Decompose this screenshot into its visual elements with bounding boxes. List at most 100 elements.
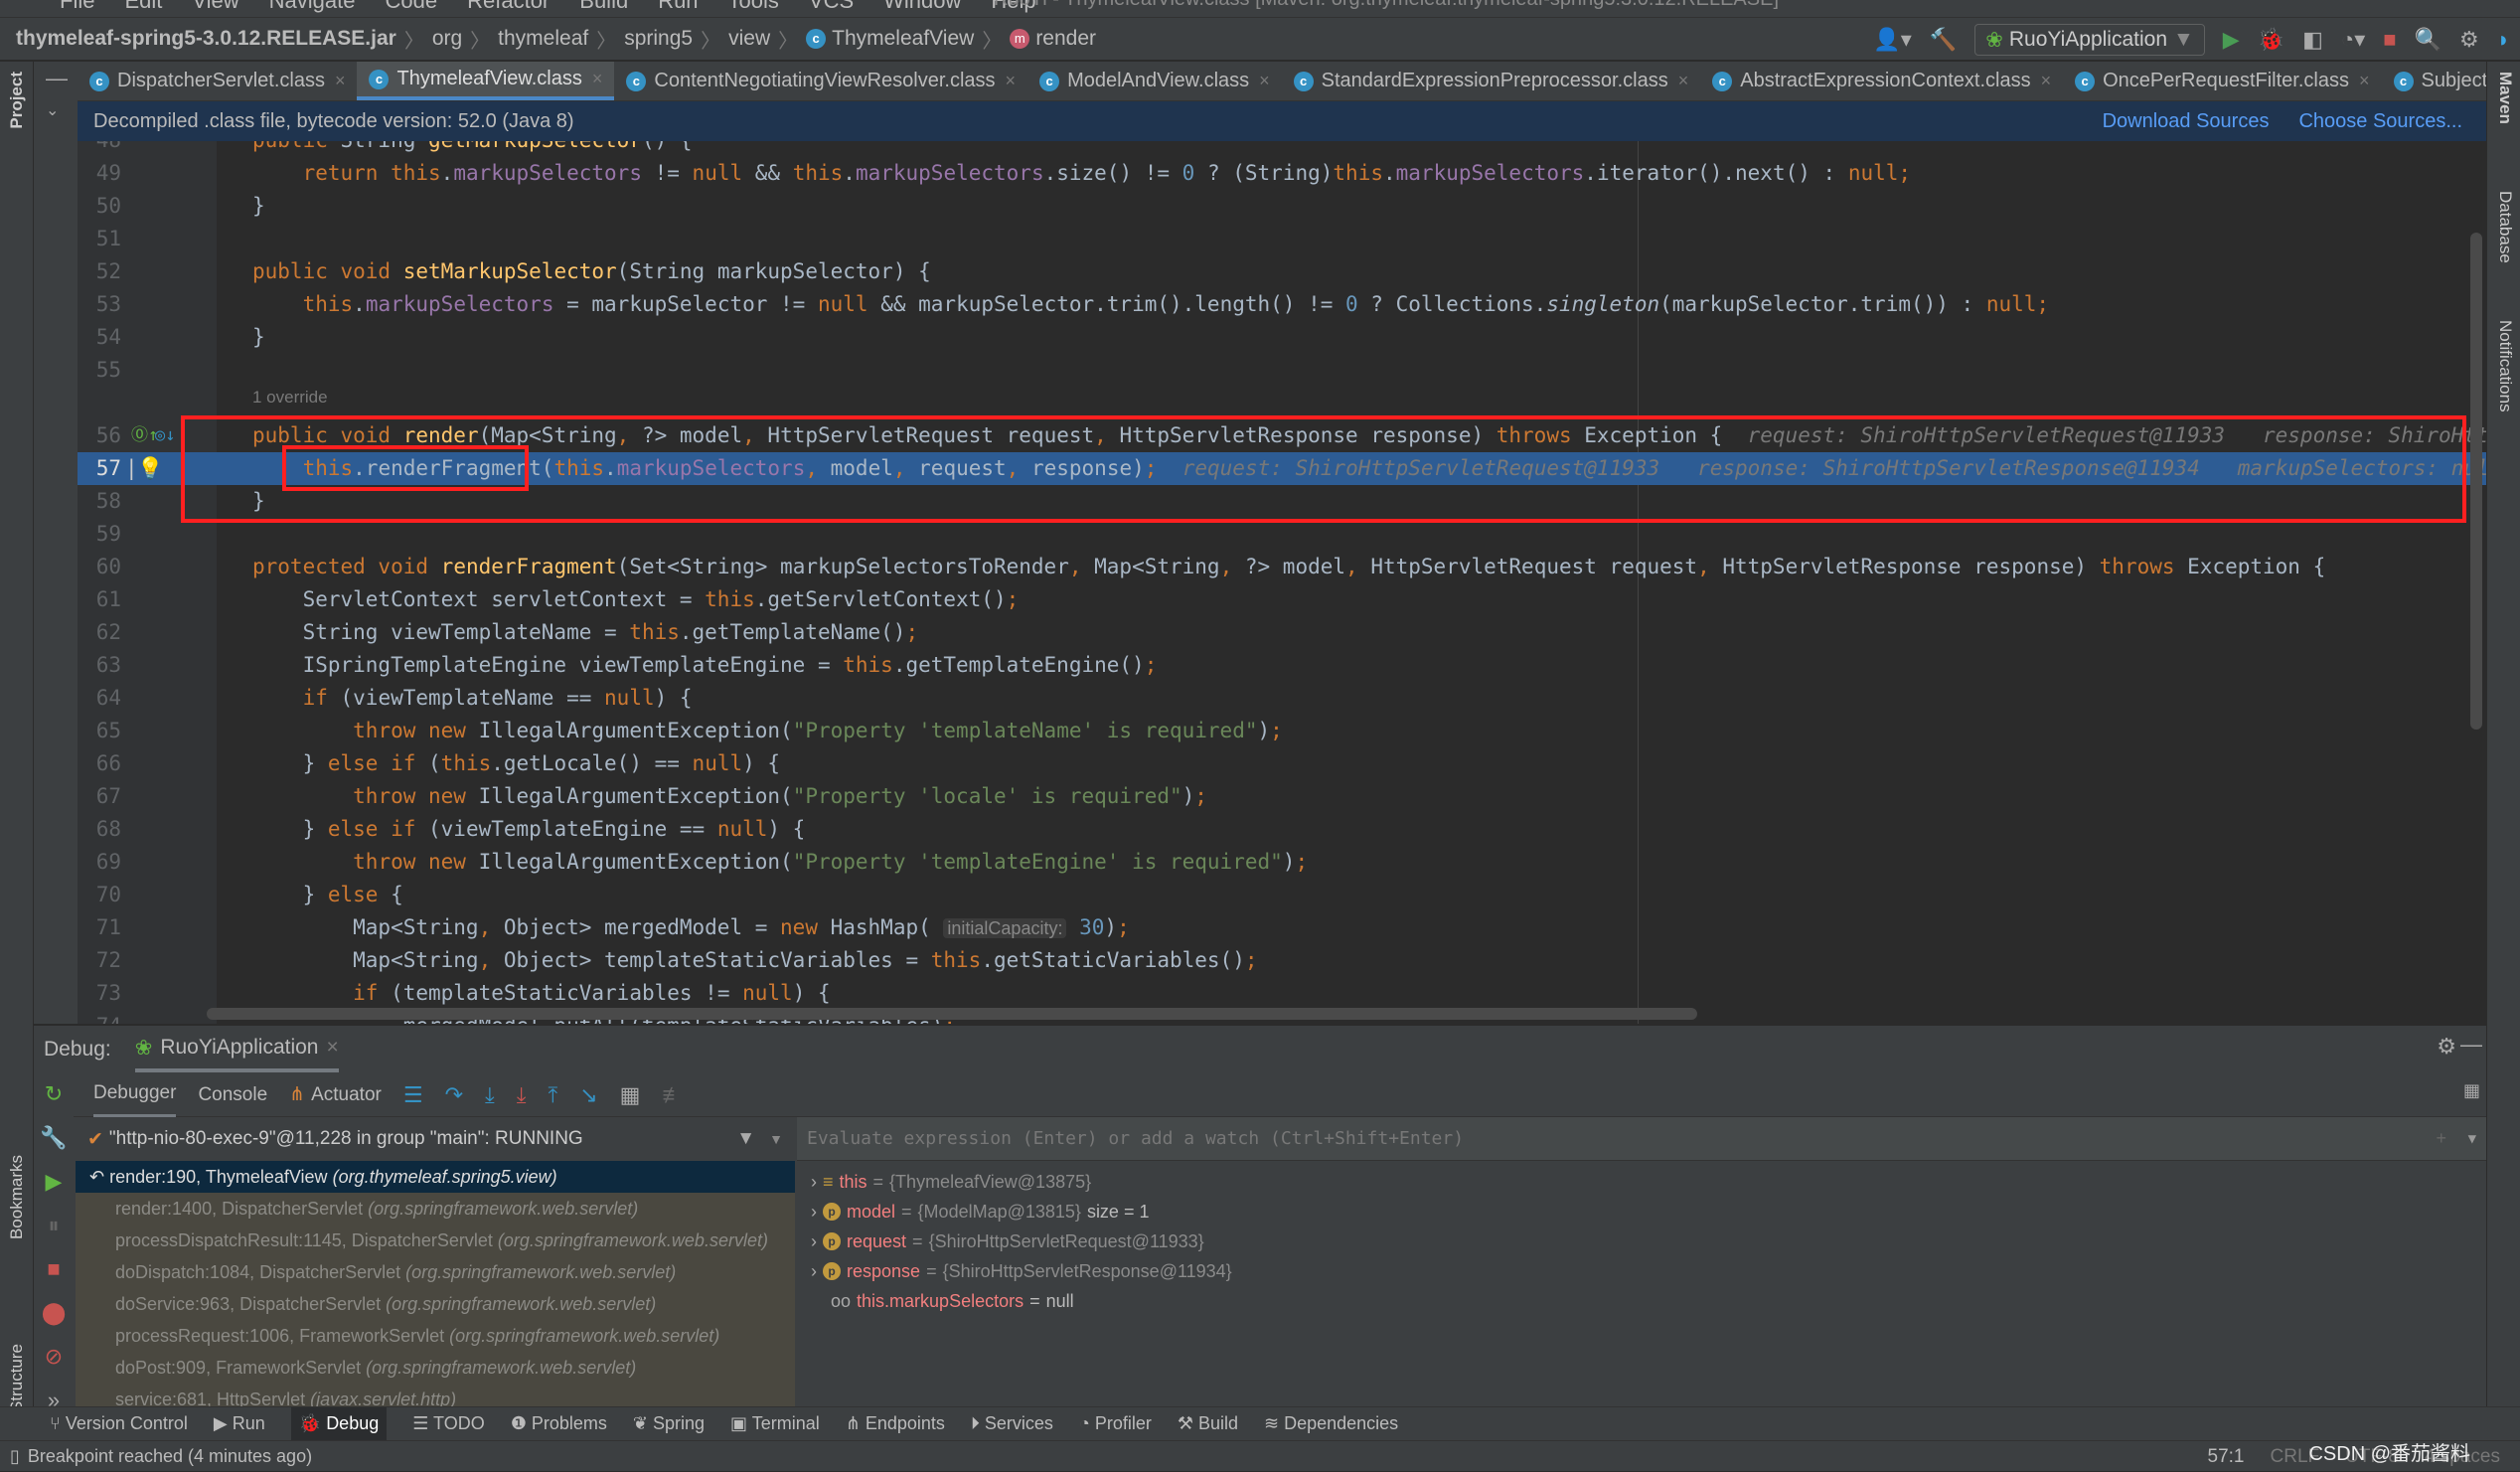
services-tool[interactable]: ⏵ Services xyxy=(971,1413,1053,1434)
close-icon[interactable]: × xyxy=(335,71,346,91)
variable-row[interactable]: › p response = {ShiroHttpServletResponse@119… xyxy=(797,1256,1232,1286)
stack-frame[interactable]: ↶ render:190, ThymeleafView (org.thymele… xyxy=(76,1161,795,1193)
stack-frame[interactable]: processRequest:1006, FrameworkServlet (o… xyxy=(76,1320,795,1352)
vertical-scrollbar[interactable] xyxy=(2470,233,2482,730)
stack-frame[interactable]: render:1400, DispatcherServlet (org.spri… xyxy=(76,1193,795,1225)
menu-tools[interactable]: Tools xyxy=(728,0,779,14)
menu-window[interactable]: Window xyxy=(883,0,961,14)
lightbulb-icon[interactable]: 💡 xyxy=(137,452,163,485)
menu-view[interactable]: View xyxy=(192,0,238,14)
close-icon[interactable]: × xyxy=(1259,71,1270,91)
endpoints-tool[interactable]: ⋔ Endpoints xyxy=(846,1413,945,1434)
menu-build[interactable]: Build xyxy=(579,0,628,14)
close-icon[interactable]: × xyxy=(1678,71,1689,91)
variable-row[interactable]: › p model = {ModelMap@13815} size = 1 xyxy=(797,1197,1149,1227)
stop-icon[interactable]: ■ xyxy=(47,1258,60,1280)
search-icon[interactable]: 🔍 xyxy=(2415,29,2441,51)
status-toggle-icon[interactable]: ▯ xyxy=(10,1446,20,1467)
close-icon[interactable]: × xyxy=(592,69,603,89)
caret-position[interactable]: 57:1 xyxy=(2208,1446,2245,1468)
step-out-icon[interactable]: ⤒ xyxy=(549,1083,558,1106)
close-icon[interactable]: × xyxy=(1006,71,1017,91)
menu-edit[interactable]: Edit xyxy=(124,0,162,14)
hammer-icon[interactable]: 🔨 xyxy=(1930,29,1957,51)
trace-icon[interactable]: ≢ xyxy=(662,1083,684,1106)
tab-debugger[interactable]: Debugger xyxy=(93,1072,177,1118)
download-sources-link[interactable]: Download Sources xyxy=(2103,110,2270,133)
project-tool-button[interactable]: Project xyxy=(7,72,27,129)
coverage-icon[interactable]: ◧ xyxy=(2302,29,2323,51)
variable-row[interactable]: › ≡ this = {ThymeleafView@13875} xyxy=(797,1167,1091,1197)
stack-frame[interactable]: doService:963, DispatcherServlet (org.sp… xyxy=(76,1288,795,1320)
override-hint[interactable]: 1 override xyxy=(78,387,2486,409)
tab-thymeleafview[interactable]: c ThymeleafView.class × xyxy=(357,62,615,100)
breadcrumb-jar[interactable]: thymeleaf-spring5-3.0.12.RELEASE.jar xyxy=(16,27,396,51)
stack-frame[interactable]: service:681, HttpServlet (javax.servlet.… xyxy=(76,1384,795,1408)
menu-code[interactable]: Code xyxy=(386,0,438,14)
menu-vcs[interactable]: VCS xyxy=(809,0,854,14)
bookmarks-tool-button[interactable]: Bookmarks xyxy=(7,1155,27,1239)
filter-icon[interactable]: ▼ xyxy=(736,1128,755,1150)
run-icon[interactable]: ▶ xyxy=(2223,29,2240,51)
breadcrumb-method[interactable]: render xyxy=(1035,27,1096,51)
show-execution-point-icon[interactable]: ☰ xyxy=(403,1083,423,1106)
close-icon[interactable]: × xyxy=(2041,71,2052,91)
gear-icon[interactable]: ⚙ xyxy=(2437,1036,2456,1058)
run-to-cursor-icon[interactable]: ↘ xyxy=(579,1083,597,1106)
menu-run[interactable]: Run xyxy=(658,0,698,14)
stack-frame[interactable]: doPost:909, FrameworkServlet (org.spring… xyxy=(76,1352,795,1384)
version-control-tool[interactable]: ⑂ Version Control xyxy=(50,1413,188,1434)
minimize-icon[interactable]: — xyxy=(2460,1034,2482,1056)
breadcrumb-thymeleaf[interactable]: thymeleaf xyxy=(498,27,588,51)
todo-tool[interactable]: ☰ TODO xyxy=(412,1413,484,1434)
expand-icon[interactable]: › xyxy=(811,1256,817,1286)
chevron-down-icon[interactable]: ▼ xyxy=(2468,1131,2476,1147)
expand-icon[interactable]: › xyxy=(811,1197,817,1227)
tab-dispatcherservlet[interactable]: c DispatcherServlet.class × xyxy=(78,62,357,100)
chevron-down-icon[interactable]: ⌄ xyxy=(46,103,59,119)
maven-tool-button[interactable]: Maven xyxy=(2495,72,2515,124)
wrench-icon[interactable]: 🔧 xyxy=(40,1127,67,1149)
breadcrumb-view[interactable]: view xyxy=(728,27,770,51)
watch-row[interactable]: oo this.markupSelectors = null xyxy=(797,1286,1074,1316)
run-configuration-select[interactable]: ❀ RuoYiApplication ▼ xyxy=(1974,24,2205,56)
run-tool[interactable]: ▶ Run xyxy=(214,1413,265,1434)
resume-icon[interactable]: ▶ xyxy=(46,1171,63,1193)
terminal-tool[interactable]: ▣ Terminal xyxy=(730,1413,820,1434)
view-breakpoints-icon[interactable]: ⬤ xyxy=(42,1302,67,1324)
dependencies-tool[interactable]: ≋ Dependencies xyxy=(1264,1413,1398,1434)
build-tool[interactable]: ⚒ Build xyxy=(1178,1413,1238,1434)
add-watch-icon[interactable]: + xyxy=(2436,1128,2446,1149)
step-over-icon[interactable]: ↷ xyxy=(445,1083,463,1106)
menu-navigate[interactable]: Navigate xyxy=(269,0,356,14)
profile-icon[interactable]: ◔▾ xyxy=(2341,29,2365,51)
horizontal-scrollbar[interactable] xyxy=(207,1008,1697,1020)
mute-breakpoints-icon[interactable]: ⊘ xyxy=(45,1346,63,1368)
structure-tool-button[interactable]: Structure xyxy=(7,1344,27,1412)
pause-icon[interactable]: ⏸ xyxy=(48,1215,59,1236)
minimize-icon[interactable]: — xyxy=(46,68,68,89)
tab-subject[interactable]: c Subject xyxy=(2382,62,2486,100)
user-icon[interactable]: 👤▾ xyxy=(1873,29,1911,51)
notifications-tool-button[interactable]: Notifications xyxy=(2495,320,2515,412)
menu-file[interactable]: File xyxy=(60,0,94,14)
thread-selector[interactable]: ✔ "http-nio-80-exec-9"@11,228 in group "… xyxy=(76,1117,795,1161)
spring-tool[interactable]: ❦ Spring xyxy=(633,1413,705,1434)
step-into-icon[interactable]: ⤓ xyxy=(485,1083,495,1106)
profiler-tool[interactable]: ◔ Profiler xyxy=(1079,1413,1152,1434)
implementation-marker-icon[interactable]: ◎↓ xyxy=(155,419,175,452)
evaluate-expression-input[interactable]: Evaluate expression (Enter) or add a wat… xyxy=(797,1117,2486,1161)
debug-tool[interactable]: 🐞 Debug xyxy=(290,1407,388,1440)
expand-icon[interactable]: › xyxy=(811,1227,817,1256)
tab-modelandview[interactable]: c ModelAndView.class × xyxy=(1027,62,1282,100)
stop-icon[interactable]: ■ xyxy=(2383,29,2396,51)
rerun-icon[interactable]: ↻ xyxy=(45,1083,63,1105)
tab-console[interactable]: Console xyxy=(198,1084,267,1106)
breadcrumb-spring5[interactable]: spring5 xyxy=(624,27,693,51)
tab-abstractexpressioncontext[interactable]: c AbstractExpressionContext.class × xyxy=(1700,62,2063,100)
debug-session-tab[interactable]: ❀ RuoYiApplication × xyxy=(134,1028,339,1072)
tab-standardexpressionpreprocessor[interactable]: c StandardExpressionPreprocessor.class × xyxy=(1282,62,1701,100)
breadcrumb-class[interactable]: ThymeleafView xyxy=(832,27,974,51)
database-tool-button[interactable]: Database xyxy=(2495,191,2515,263)
variable-row[interactable]: › p request = {ShiroHttpServletRequest@11933… xyxy=(797,1227,1204,1256)
